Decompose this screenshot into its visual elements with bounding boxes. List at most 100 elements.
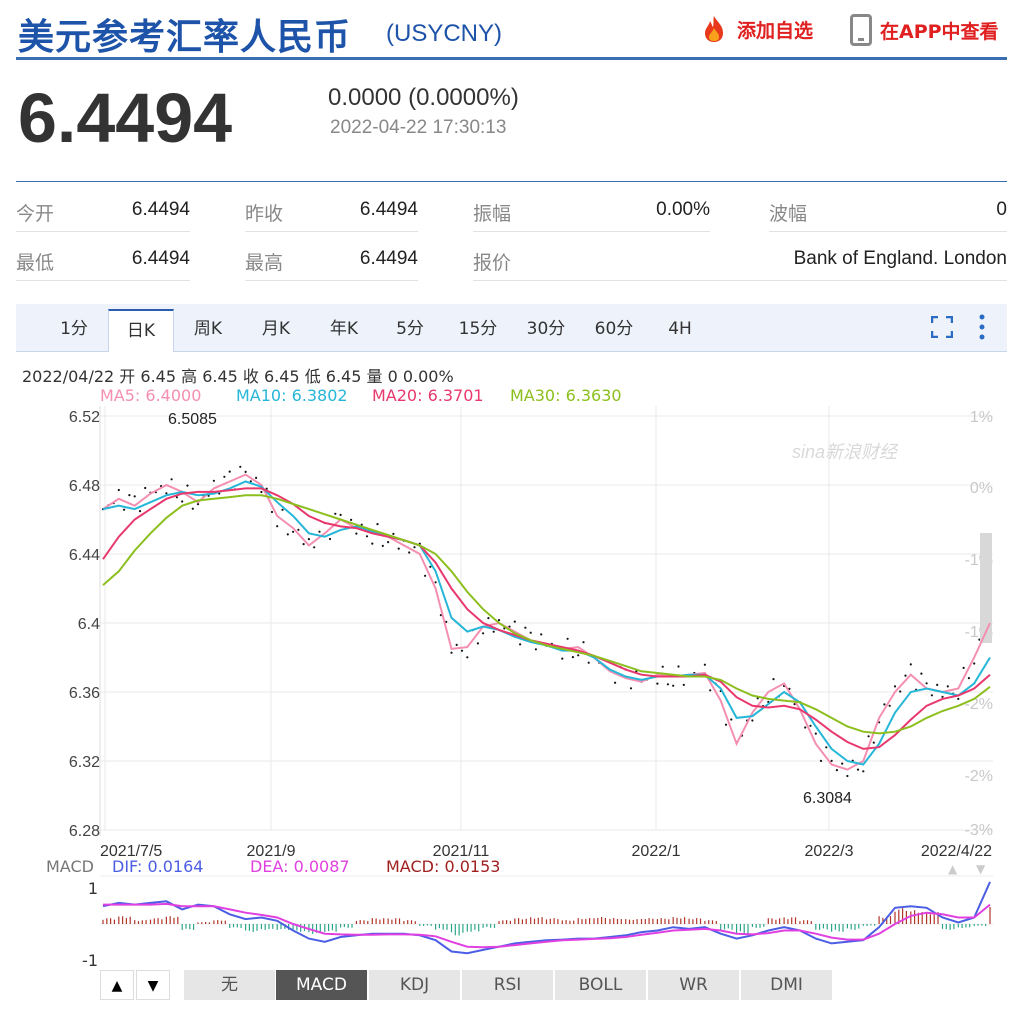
price-dot xyxy=(841,762,844,765)
indicator-tab-kdj[interactable]: KDJ xyxy=(369,970,461,1000)
scroll-up-button[interactable]: ▲ xyxy=(100,970,134,1000)
price-dot xyxy=(967,677,971,680)
price-dot xyxy=(920,672,923,675)
price-dot xyxy=(429,565,432,568)
price-dot xyxy=(170,478,173,481)
y-right-tick-label: 1% xyxy=(970,409,993,426)
indicator-tab-boll[interactable]: BOLL xyxy=(555,970,647,1000)
price-dot xyxy=(666,683,670,686)
price-dot xyxy=(973,662,976,665)
price-dot xyxy=(709,689,712,692)
price-dot xyxy=(566,637,569,640)
price-dot xyxy=(492,630,495,633)
price-dot xyxy=(893,685,897,688)
y-tick-label: 6.48 xyxy=(69,478,100,495)
dif-legend: DIF: 0.0164 xyxy=(112,857,204,876)
price-dot xyxy=(582,641,585,644)
price-dot xyxy=(123,508,126,511)
scroll-down-button[interactable]: ▼ xyxy=(136,970,170,1000)
price-dot xyxy=(334,512,337,515)
price-dot xyxy=(302,543,305,546)
price-dot xyxy=(529,631,532,634)
price-dot xyxy=(191,507,194,510)
price-dot xyxy=(138,510,142,513)
price-dot xyxy=(460,649,464,652)
price-dot xyxy=(212,479,215,482)
price-dot xyxy=(228,470,231,473)
last-candle xyxy=(980,533,992,643)
price-dot xyxy=(571,656,575,659)
price-dot xyxy=(292,530,295,533)
y-tick-label: 6.4 xyxy=(78,616,100,633)
price-dot xyxy=(270,510,274,514)
price-dot xyxy=(899,690,902,693)
price-dot xyxy=(513,620,516,623)
price-dot xyxy=(856,768,860,771)
price-dot xyxy=(835,769,839,772)
price-dot xyxy=(925,682,928,685)
price-dot xyxy=(941,695,944,698)
macd-tick-label: -1 xyxy=(82,951,98,970)
price-dot xyxy=(846,774,849,778)
price-dot xyxy=(387,541,390,544)
dea-legend: DEA: 0.0087 xyxy=(250,857,350,876)
price-dot xyxy=(904,674,907,677)
price-dot xyxy=(587,661,590,664)
price-dot xyxy=(276,525,279,528)
indicator-tab-dmi[interactable]: DMI xyxy=(741,970,833,1000)
price-dot xyxy=(677,665,680,668)
price-dot xyxy=(730,718,733,721)
price-dot xyxy=(482,632,485,635)
indicator-tab-rsi[interactable]: RSI xyxy=(462,970,554,1000)
x-tick-label: 2022/1 xyxy=(632,843,681,860)
price-dot xyxy=(133,495,136,498)
price-dot xyxy=(450,651,453,654)
y-right-tick-label: -3% xyxy=(965,822,993,839)
indicator-tab-none[interactable]: 无 xyxy=(184,970,276,1000)
price-dot xyxy=(682,683,685,687)
extreme-label: 6.5085 xyxy=(168,411,217,428)
price-dot xyxy=(909,663,912,666)
price-dot xyxy=(260,490,263,494)
price-dot xyxy=(524,626,527,629)
macd-title: MACD xyxy=(46,857,94,876)
price-dot xyxy=(434,581,437,584)
price-dot xyxy=(577,654,580,657)
y-tick-label: 6.32 xyxy=(69,754,100,771)
price-dot xyxy=(888,704,891,707)
scroll-down-hint: ▼ xyxy=(976,862,986,876)
price-dot xyxy=(355,532,358,535)
price-dot xyxy=(128,494,131,497)
price-dot xyxy=(487,617,490,620)
price-dot xyxy=(397,547,400,550)
price-dot xyxy=(239,465,242,468)
price-dot xyxy=(519,643,522,646)
price-dot xyxy=(476,642,479,645)
price-dot xyxy=(281,508,284,511)
macd-tick-label: 1 xyxy=(88,879,98,898)
y-tick-label: 6.28 xyxy=(69,823,100,840)
price-dot xyxy=(181,500,184,503)
series-line-ma5 xyxy=(102,473,991,771)
price-dot xyxy=(872,741,875,744)
indicator-tab-macd[interactable]: MACD xyxy=(276,970,368,1000)
price-dot xyxy=(165,492,168,495)
price-dot xyxy=(930,694,934,697)
price-dot xyxy=(724,723,728,726)
price-dot xyxy=(957,697,960,701)
price-dot xyxy=(804,726,807,729)
series-line-ma30 xyxy=(102,494,991,735)
x-tick-label: 2022/4/22 xyxy=(921,843,992,860)
price-dot xyxy=(661,665,664,668)
price-dot xyxy=(223,475,226,478)
price-dot xyxy=(244,470,247,473)
price-dot xyxy=(328,537,332,541)
price-dot xyxy=(371,542,374,545)
price-dot xyxy=(561,657,564,660)
indicator-tab-wr[interactable]: WR xyxy=(648,970,740,1000)
y-right-tick-label: 0% xyxy=(970,480,993,497)
price-dot xyxy=(862,770,865,773)
price-dot xyxy=(297,528,300,531)
price-dot xyxy=(408,551,411,554)
price-dot xyxy=(751,719,754,722)
